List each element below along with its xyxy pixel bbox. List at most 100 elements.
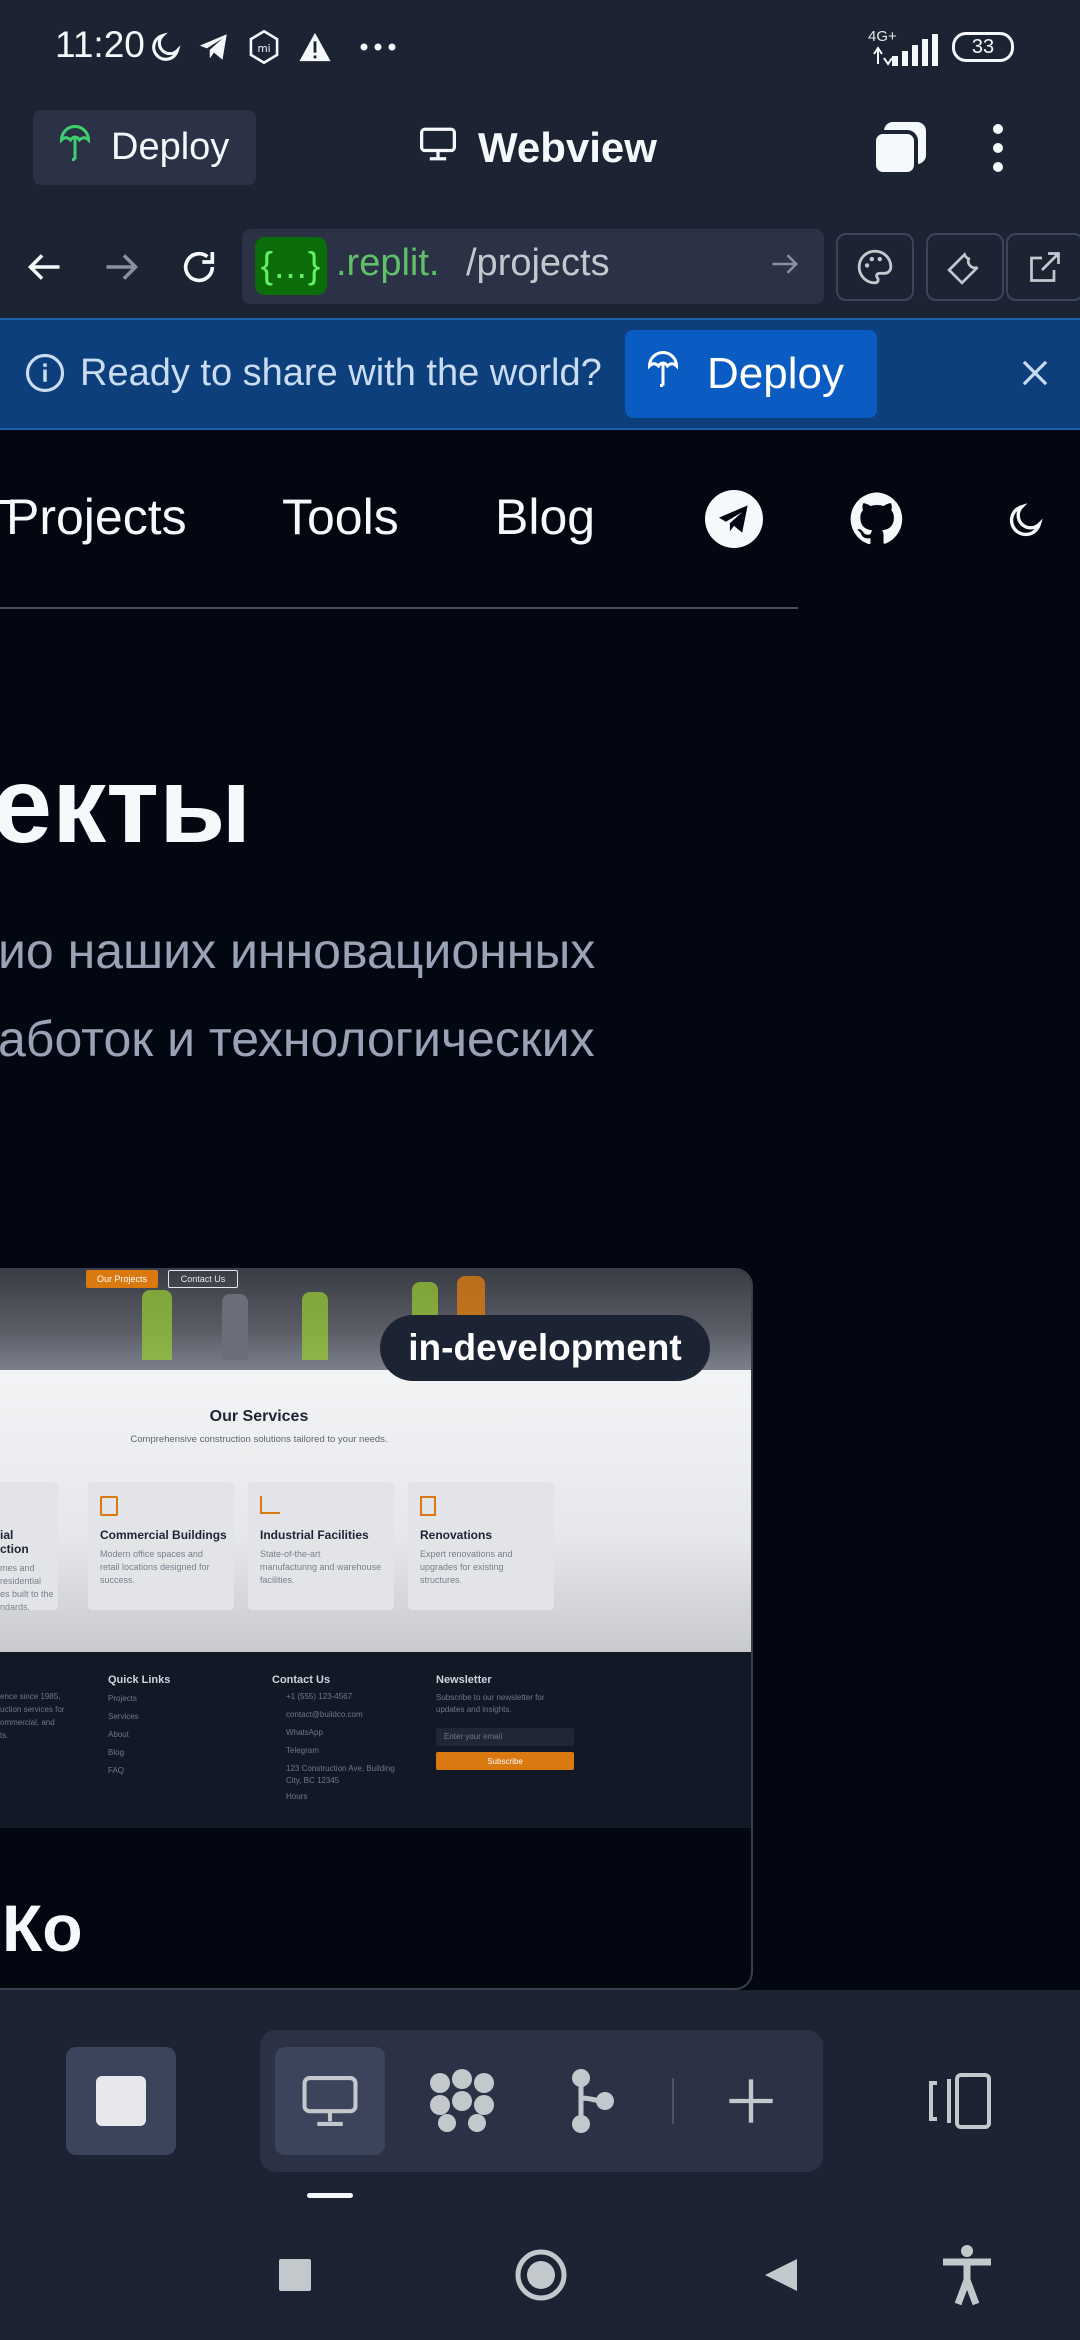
deploy-button[interactable]: Deploy (33, 110, 256, 185)
footer-contact-item: +1 (555) 123-4567 (286, 1692, 353, 1701)
worker-figure (142, 1290, 172, 1360)
service-title: ial ction (0, 1528, 29, 1556)
footer-contact-item: WhatsApp (286, 1728, 323, 1737)
footer-contact-item: 123 Construction Ave, Building (286, 1764, 395, 1773)
footer-contact-title: Contact Us (272, 1674, 331, 1686)
telegram-icon[interactable] (705, 490, 763, 548)
webview-tab[interactable]: Webview (418, 120, 657, 176)
close-banner-icon[interactable] (1016, 354, 1054, 392)
service-description: State-of-the-art manufacturing and wareh… (260, 1549, 382, 1585)
footer-subscribe-button: Subscribe (436, 1752, 574, 1770)
svg-text:mi: mi (257, 43, 270, 55)
office-icon (420, 1496, 436, 1516)
nav-tools[interactable]: Tools (282, 488, 399, 546)
url-domain: .replit. (336, 242, 440, 284)
stop-icon (96, 2076, 146, 2126)
service-description: mes and residential es built to the ndar… (0, 1563, 54, 1612)
building-icon (100, 1496, 118, 1516)
devtools-button[interactable] (926, 233, 1004, 301)
monitor-icon (418, 124, 458, 172)
project-title: Ко (2, 1891, 83, 1965)
split-pane-icon (929, 2073, 991, 2129)
status-badge: in-development (380, 1315, 710, 1381)
github-icon[interactable] (848, 490, 906, 548)
nav-blog[interactable]: Blog (495, 488, 595, 546)
service-description: Expert renovations and upgrades for exis… (420, 1549, 513, 1585)
mi-icon: mi (246, 28, 282, 66)
service-title: Renovations (420, 1528, 493, 1542)
footer-contact-item: Hours (286, 1792, 308, 1801)
wrench-icon (947, 252, 979, 285)
banner-text: Ready to share with the world? (80, 352, 602, 394)
footer-quick-links-title: Quick Links (108, 1674, 171, 1686)
deploy-icon (645, 347, 681, 402)
go-arrow-icon[interactable] (770, 250, 806, 282)
webview-tool-button[interactable] (275, 2047, 385, 2155)
forward-button[interactable] (86, 236, 156, 298)
info-icon (24, 352, 66, 394)
hero-projects-button: Our Projects (86, 1270, 158, 1288)
back-nav-icon[interactable] (746, 2240, 816, 2310)
palette-icon (857, 249, 893, 285)
services-title: Our Services (209, 1408, 309, 1425)
footer-link: About (108, 1730, 129, 1739)
service-title: Industrial Facilities (260, 1528, 369, 1542)
services-subtitle: Comprehensive construction solutions tai… (130, 1434, 388, 1445)
footer-newsletter-title: Newsletter (436, 1674, 492, 1686)
stop-button[interactable] (66, 2047, 176, 2155)
url-path: /projects (466, 242, 610, 284)
more-options-icon[interactable] (980, 118, 1016, 178)
home-icon[interactable] (506, 2240, 576, 2310)
external-link-icon (1030, 252, 1060, 282)
more-notifications-icon (358, 28, 398, 66)
deploy-label: Deploy (111, 126, 230, 168)
accessibility-icon[interactable] (932, 2240, 1002, 2310)
footer-contact-item: Telegram (286, 1746, 319, 1755)
banner-deploy-button[interactable]: Deploy (625, 330, 877, 418)
page-description-line2: аботок и технологических (0, 1011, 595, 1067)
theme-button[interactable] (836, 233, 914, 301)
nav-projects[interactable]: Projects (6, 488, 187, 546)
footer-contact-item: contact@buildco.com (286, 1710, 363, 1719)
tool-divider (672, 2078, 674, 2124)
moon-icon (146, 28, 186, 66)
service-card: Commercial Buildings Modern office space… (88, 1482, 234, 1610)
theme-toggle-moon-icon[interactable] (1006, 500, 1046, 540)
footer-link: Services (108, 1712, 139, 1721)
reload-button[interactable] (164, 236, 234, 298)
back-button[interactable] (10, 236, 80, 298)
footer-newsletter-text: Subscribe to our newsletter for updates … (436, 1693, 545, 1714)
page-description-line1: ио наших инновационных (0, 923, 596, 979)
service-description: Modern office spaces and retail location… (100, 1549, 210, 1585)
monitor-icon (302, 2076, 358, 2126)
active-tab-indicator (307, 2193, 353, 2198)
git-tool-button[interactable] (537, 2047, 647, 2155)
worker-figure (222, 1294, 248, 1360)
webview-content: Projects Tools Blog екты ио наших иннова… (0, 430, 1080, 1990)
service-card: Industrial Facilities State-of-the-art m… (248, 1482, 394, 1610)
open-external-button[interactable] (1006, 233, 1080, 301)
service-card: Renovations Expert renovations and upgra… (408, 1482, 554, 1610)
factory-icon (260, 1496, 280, 1514)
footer-link: Blog (108, 1748, 125, 1757)
plus-icon (729, 2079, 773, 2123)
tabs-switcher-icon[interactable] (870, 118, 930, 178)
agent-tool-button[interactable] (407, 2047, 517, 2155)
footer-link: FAQ (108, 1766, 125, 1775)
page-title: екты (0, 744, 252, 865)
repl-badge: {...} (255, 237, 327, 295)
agent-icon (430, 2069, 494, 2132)
nav-underline (0, 607, 798, 609)
banner-deploy-label: Deploy (707, 349, 844, 398)
footer-contact-item: City, BC 12345 (286, 1776, 340, 1785)
status-time: 11:20 (55, 24, 145, 65)
telegram-status-icon (194, 28, 234, 66)
footer-about: ence since 1985, uction services for omm… (0, 1692, 65, 1740)
hero-contact-button: Contact Us (168, 1270, 238, 1288)
deploy-icon (57, 122, 93, 174)
recents-icon[interactable] (260, 2240, 330, 2310)
add-tool-button[interactable] (696, 2047, 806, 2155)
signal-icon (870, 34, 940, 66)
pane-toggle-button[interactable] (905, 2047, 1015, 2155)
project-card[interactable]: Our Projects Contact Us Our Services Com… (0, 1268, 753, 1990)
